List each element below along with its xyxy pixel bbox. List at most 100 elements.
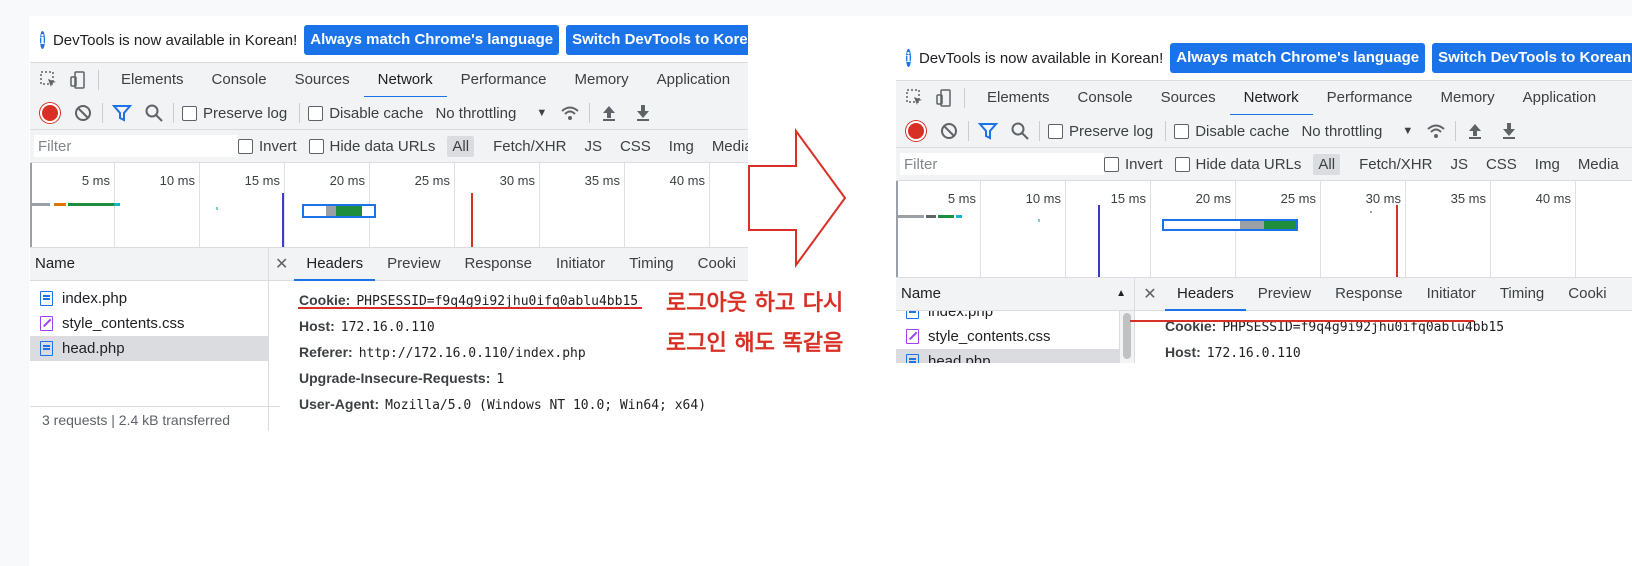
- tab-preview[interactable]: Preview: [375, 248, 452, 280]
- tab-initiator[interactable]: Initiator: [1415, 278, 1488, 310]
- tab-headers[interactable]: Headers: [1165, 278, 1246, 311]
- record-icon[interactable]: [906, 121, 926, 141]
- tab-response[interactable]: Response: [452, 248, 544, 280]
- checkbox-box[interactable]: [182, 105, 197, 121]
- network-conditions-icon[interactable]: [559, 102, 581, 124]
- language-infobar: i DevTools is now available in Korean! A…: [896, 36, 1632, 80]
- name-column-header[interactable]: Name ▲: [896, 278, 1134, 311]
- tab-headers[interactable]: Headers: [294, 248, 375, 281]
- tab-cookies[interactable]: Cooki: [1556, 278, 1618, 310]
- switch-devtools-korean-button[interactable]: Switch DevTools to Korean: [566, 25, 748, 55]
- tab-initiator[interactable]: Initiator: [544, 248, 617, 280]
- inspect-element-icon[interactable]: [904, 87, 926, 109]
- network-overview-timeline[interactable]: 5 ms 10 ms 15 ms 20 ms 25 ms 30 ms 35 ms…: [30, 163, 748, 248]
- tab-sources[interactable]: Sources: [1147, 81, 1230, 115]
- tab-cookies[interactable]: Cooki: [686, 248, 748, 280]
- type-filter-css[interactable]: CSS: [615, 136, 656, 157]
- request-name: index.php: [928, 311, 994, 320]
- filter-icon[interactable]: [977, 120, 999, 142]
- search-icon[interactable]: [1009, 120, 1031, 142]
- checkbox-box[interactable]: [1174, 156, 1190, 172]
- type-filter-all[interactable]: All: [447, 135, 475, 157]
- clear-icon[interactable]: [72, 102, 94, 124]
- tab-elements[interactable]: Elements: [107, 63, 198, 97]
- type-filter-img[interactable]: Img: [664, 136, 699, 157]
- checkbox-box[interactable]: [238, 138, 253, 154]
- tab-elements[interactable]: Elements: [973, 81, 1064, 115]
- tab-performance[interactable]: Performance: [447, 63, 561, 97]
- tab-memory[interactable]: Memory: [561, 63, 643, 97]
- device-toolbar-icon[interactable]: [68, 69, 90, 91]
- switch-devtools-korean-button[interactable]: Switch DevTools to Korean: [1432, 43, 1632, 73]
- name-column-header[interactable]: Name: [30, 248, 268, 281]
- throttling-select[interactable]: No throttling ▼: [435, 105, 547, 122]
- tab-performance[interactable]: Performance: [1313, 81, 1427, 115]
- inspect-element-icon[interactable]: [38, 69, 60, 91]
- throttling-select[interactable]: No throttling ▼: [1301, 123, 1413, 140]
- tab-sources[interactable]: Sources: [281, 63, 364, 97]
- type-filter-media[interactable]: Media: [1573, 154, 1624, 175]
- request-row-index[interactable]: index.php: [896, 311, 1134, 324]
- type-filter-media[interactable]: Media: [707, 136, 748, 157]
- checkbox-box[interactable]: [308, 105, 324, 121]
- hide-data-urls-checkbox[interactable]: Hide data URLs: [1174, 156, 1301, 173]
- filter-input[interactable]: [900, 153, 1104, 175]
- tab-network[interactable]: Network: [363, 63, 447, 98]
- export-har-icon[interactable]: [632, 102, 654, 124]
- import-har-icon[interactable]: [1464, 120, 1486, 142]
- close-icon[interactable]: ✕: [269, 254, 294, 274]
- request-row-style[interactable]: style_contents.css: [896, 324, 1134, 349]
- tab-timing[interactable]: Timing: [1488, 278, 1556, 310]
- always-match-language-button[interactable]: Always match Chrome's language: [1170, 43, 1426, 73]
- filter-input[interactable]: [34, 135, 238, 157]
- checkbox-box[interactable]: [308, 138, 324, 154]
- tab-timing[interactable]: Timing: [617, 248, 685, 280]
- document-icon: [40, 341, 53, 356]
- tab-memory[interactable]: Memory: [1427, 81, 1509, 115]
- preserve-log-checkbox[interactable]: Preserve log: [182, 105, 287, 122]
- timeline-bar: [1038, 219, 1040, 222]
- type-filter-img[interactable]: Img: [1530, 154, 1565, 175]
- network-overview-timeline[interactable]: 5 ms 10 ms 15 ms 20 ms 25 ms 30 ms 35 ms…: [896, 181, 1632, 278]
- tab-application[interactable]: Application: [643, 63, 744, 97]
- invert-checkbox[interactable]: Invert: [1104, 156, 1163, 173]
- export-har-icon[interactable]: [1498, 120, 1520, 142]
- preserve-log-checkbox[interactable]: Preserve log: [1048, 123, 1153, 140]
- clear-icon[interactable]: [938, 120, 960, 142]
- tab-network[interactable]: Network: [1229, 81, 1313, 116]
- always-match-language-button[interactable]: Always match Chrome's language: [304, 25, 560, 55]
- device-toolbar-icon[interactable]: [934, 87, 956, 109]
- type-filter-css[interactable]: CSS: [1481, 154, 1522, 175]
- checkbox-box[interactable]: [1174, 123, 1190, 139]
- page-top-strip: [0, 0, 1632, 16]
- checkbox-box[interactable]: [1104, 156, 1119, 172]
- checkbox-box[interactable]: [1048, 123, 1063, 139]
- tab-console[interactable]: Console: [1064, 81, 1147, 115]
- type-filter-fetch-xhr[interactable]: Fetch/XHR: [488, 136, 571, 157]
- tab-application[interactable]: Application: [1509, 81, 1610, 115]
- type-filter-fetch-xhr[interactable]: Fetch/XHR: [1354, 154, 1437, 175]
- record-icon[interactable]: [40, 103, 60, 123]
- search-icon[interactable]: [143, 102, 165, 124]
- request-row-head[interactable]: head.php: [896, 349, 1134, 363]
- request-row-index[interactable]: index.php: [30, 286, 268, 311]
- invert-checkbox[interactable]: Invert: [238, 138, 297, 155]
- request-list-scrollbar[interactable]: [1119, 311, 1134, 363]
- tab-console[interactable]: Console: [198, 63, 281, 97]
- tab-preview[interactable]: Preview: [1246, 278, 1323, 310]
- request-row-head[interactable]: head.php: [30, 336, 268, 361]
- network-conditions-icon[interactable]: [1425, 120, 1447, 142]
- filter-icon[interactable]: [111, 102, 133, 124]
- type-filter-js[interactable]: JS: [1445, 154, 1473, 175]
- type-filter-all[interactable]: All: [1313, 153, 1341, 175]
- import-har-icon[interactable]: [598, 102, 620, 124]
- request-list-scroll[interactable]: index.php style_contents.css head.php: [896, 311, 1134, 363]
- hide-data-urls-checkbox[interactable]: Hide data URLs: [308, 138, 435, 155]
- close-icon[interactable]: ✕: [1135, 284, 1165, 304]
- type-filter-js[interactable]: JS: [579, 136, 607, 157]
- tab-response[interactable]: Response: [1323, 278, 1415, 310]
- request-row-style[interactable]: style_contents.css: [30, 311, 268, 336]
- tick-label: 10 ms: [159, 173, 195, 188]
- disable-cache-checkbox[interactable]: Disable cache: [308, 105, 423, 122]
- disable-cache-checkbox[interactable]: Disable cache: [1174, 123, 1289, 140]
